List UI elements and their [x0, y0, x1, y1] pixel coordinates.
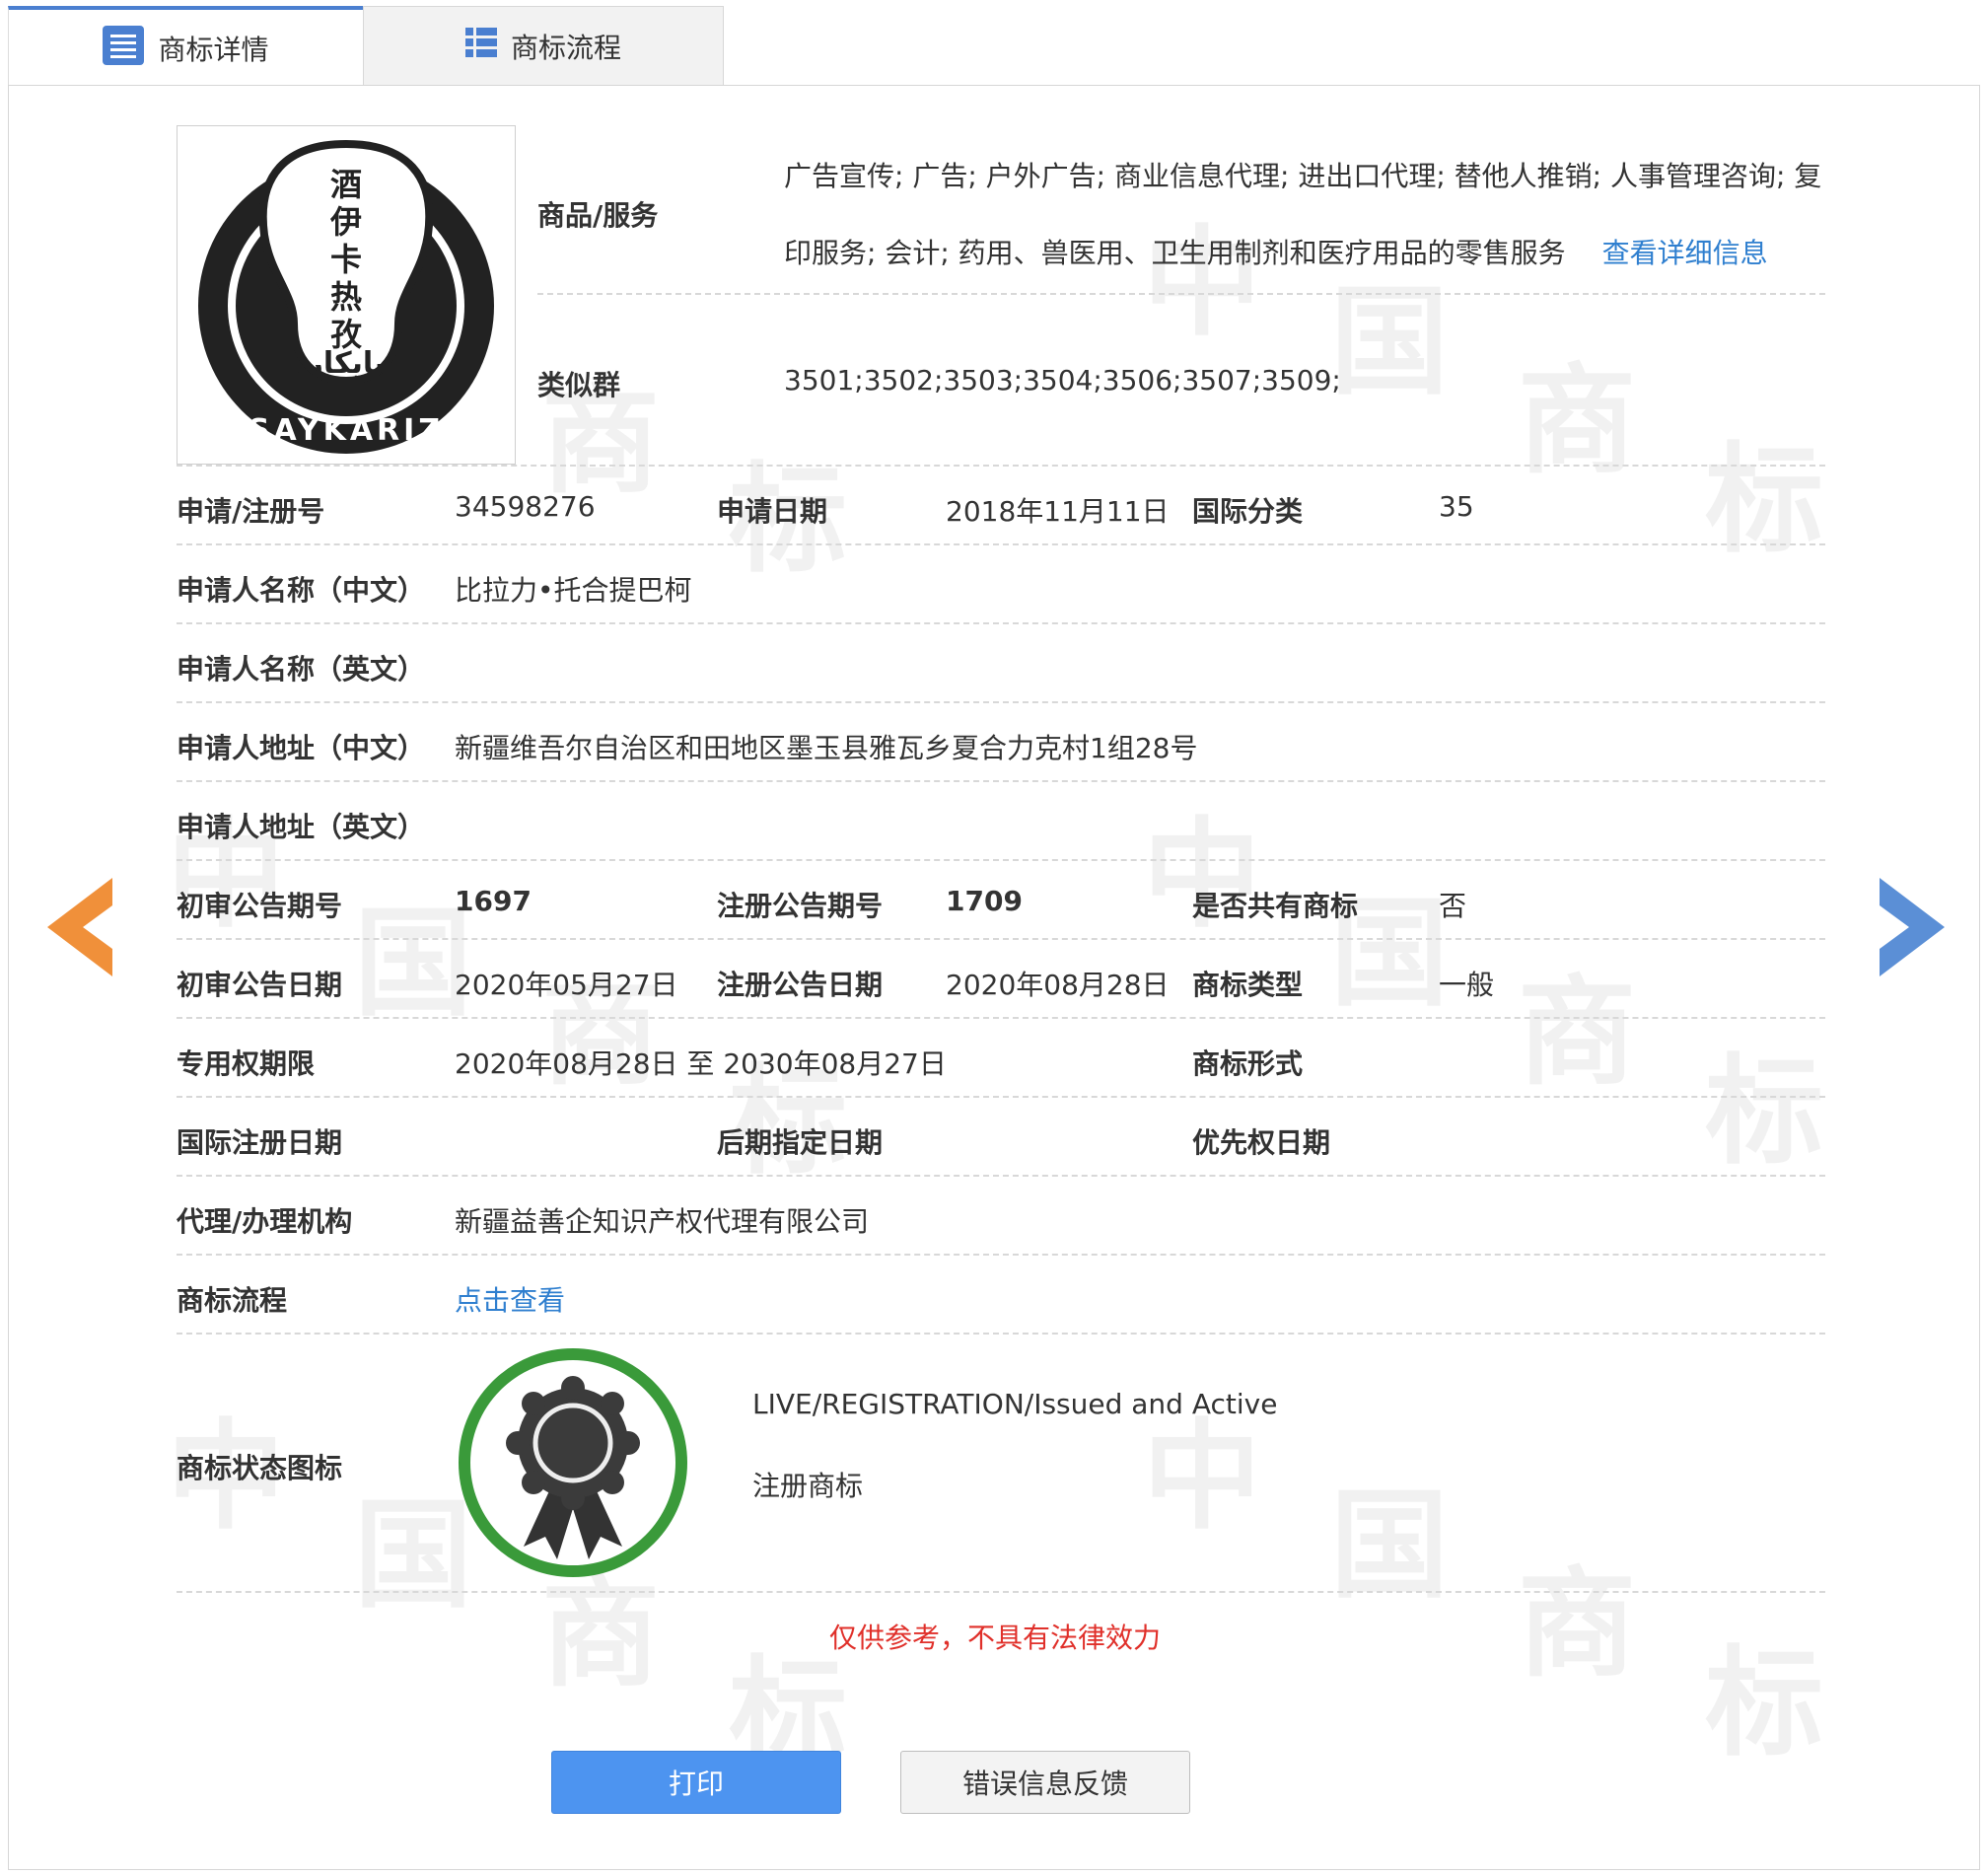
app-no-value: 34598276	[455, 490, 596, 523]
priority-date-label: 优先权日期	[1192, 1126, 1331, 1159]
logo-cjk-1: 酒	[330, 166, 362, 203]
list-icon	[103, 25, 145, 72]
divider	[177, 622, 1825, 624]
shared-label: 是否共有商标	[1192, 890, 1359, 922]
app-date-label: 申请日期	[717, 495, 828, 528]
goods-label: 商品/服务	[537, 199, 659, 232]
address-cn-value: 新疆维吾尔自治区和田地区墨玉县雅瓦乡夏合力克村1组28号	[455, 732, 1198, 764]
tm-type-label: 商标类型	[1192, 969, 1304, 1001]
address-cn-label: 申请人地址（中文）	[177, 732, 426, 764]
grid-list-icon	[464, 28, 497, 64]
tab-trademark-process[interactable]: 商标流程	[363, 6, 724, 85]
similar-group-value: 3501;3502;3503;3504;3506;3507;3509;	[784, 364, 1341, 397]
divider	[177, 1017, 1825, 1019]
trademark-image: 酒 伊 卡 热 孜 سايكارز SAYKARIZ	[177, 125, 516, 465]
prelim-issue-value: 1697	[455, 885, 532, 917]
divider	[177, 1254, 1825, 1256]
next-arrow-icon[interactable]	[1880, 878, 1945, 980]
app-date-value: 2018年11月11日	[946, 495, 1170, 528]
status-en: LIVE/REGISTRATION/Issued and Active	[752, 1388, 1278, 1420]
divider	[177, 1591, 1825, 1593]
goods-line-2-text: 印服务; 会计; 药用、兽医用、卫生用制剂和医疗用品的零售服务	[784, 237, 1566, 269]
exclusive-period-value: 2020年08月28日 至 2030年08月27日	[455, 1047, 947, 1080]
logo-cjk-4: 热	[330, 278, 362, 316]
tm-type-value: 一般	[1439, 969, 1495, 1001]
process-label: 商标流程	[177, 1284, 288, 1317]
reg-date-value: 2020年08月28日	[946, 969, 1170, 1001]
view-detail-link[interactable]: 查看详细信息	[1602, 237, 1768, 269]
feedback-button[interactable]: 错误信息反馈	[900, 1751, 1190, 1814]
similar-group-label: 类似群	[537, 369, 621, 401]
tab-label: 商标流程	[510, 31, 621, 64]
divider	[177, 1096, 1825, 1098]
address-en-label: 申请人地址（英文）	[177, 811, 426, 843]
exclusive-period-label: 专用权期限	[177, 1047, 316, 1080]
prelim-date-label: 初审公告日期	[177, 969, 343, 1001]
divider	[177, 701, 1825, 703]
applicant-cn-label: 申请人名称（中文）	[177, 574, 426, 607]
logo-cjk-3: 卡	[330, 241, 362, 278]
divider	[177, 780, 1825, 782]
divider	[177, 1175, 1825, 1177]
tm-form-label: 商标形式	[1192, 1047, 1304, 1080]
reg-issue-value: 1709	[946, 885, 1023, 917]
detail-panel: 中 国 商 标 商 标 中 国 商 标 中 国 商 标 中 国 商 标 中 国 …	[8, 85, 1980, 1870]
later-date-label: 后期指定日期	[717, 1126, 884, 1159]
tab-trademark-detail[interactable]: 商标详情	[8, 6, 363, 87]
intl-class-label: 国际分类	[1192, 495, 1304, 528]
shared-value: 否	[1439, 890, 1467, 922]
agency-value: 新疆益善企知识产权代理有限公司	[455, 1205, 870, 1238]
divider	[537, 293, 1825, 295]
tab-bar: 商标详情 商标流程	[8, 6, 724, 87]
prelim-date-value: 2020年05月27日	[455, 969, 678, 1001]
divider	[177, 938, 1825, 940]
applicant-en-label: 申请人名称（英文）	[177, 653, 426, 685]
prelim-issue-label: 初审公告期号	[177, 890, 343, 922]
applicant-cn-value: 比拉力•托合提巴柯	[455, 574, 692, 607]
reg-issue-label: 注册公告期号	[717, 890, 884, 922]
disclaimer: 仅供参考，不具有法律效力	[828, 1622, 1161, 1654]
prev-arrow-icon[interactable]	[47, 878, 112, 980]
status-label: 商标状态图标	[177, 1452, 343, 1484]
print-button[interactable]: 打印	[551, 1751, 841, 1814]
goods-line-1: 广告宣传; 广告; 户外广告; 商业信息代理; 进出口代理; 替他人推销; 人事…	[784, 160, 1822, 192]
divider	[177, 1333, 1825, 1335]
app-no-label: 申请/注册号	[177, 495, 325, 528]
divider	[177, 465, 1825, 467]
agency-label: 代理/办理机构	[177, 1205, 353, 1238]
status-cn: 注册商标	[752, 1470, 864, 1502]
divider	[177, 859, 1825, 861]
goods-line-2: 印服务; 会计; 药用、兽医用、卫生用制剂和医疗用品的零售服务 查看详细信息	[784, 232, 1768, 271]
logo-latin: SAYKARIZ	[248, 413, 444, 448]
logo-cjk-2: 伊	[329, 203, 362, 241]
trademark-logo: 酒 伊 卡 热 孜 سايكارز SAYKARIZ	[198, 139, 494, 454]
logo-arabic: سايكارز	[287, 346, 402, 381]
process-view-link[interactable]: 点击查看	[455, 1279, 565, 1319]
intl-class-value: 35	[1439, 490, 1474, 523]
tab-label: 商标详情	[158, 34, 269, 66]
award-badge-icon	[455, 1344, 691, 1585]
divider	[177, 543, 1825, 545]
reg-date-label: 注册公告日期	[717, 969, 884, 1001]
intl-reg-date-label: 国际注册日期	[177, 1126, 343, 1159]
